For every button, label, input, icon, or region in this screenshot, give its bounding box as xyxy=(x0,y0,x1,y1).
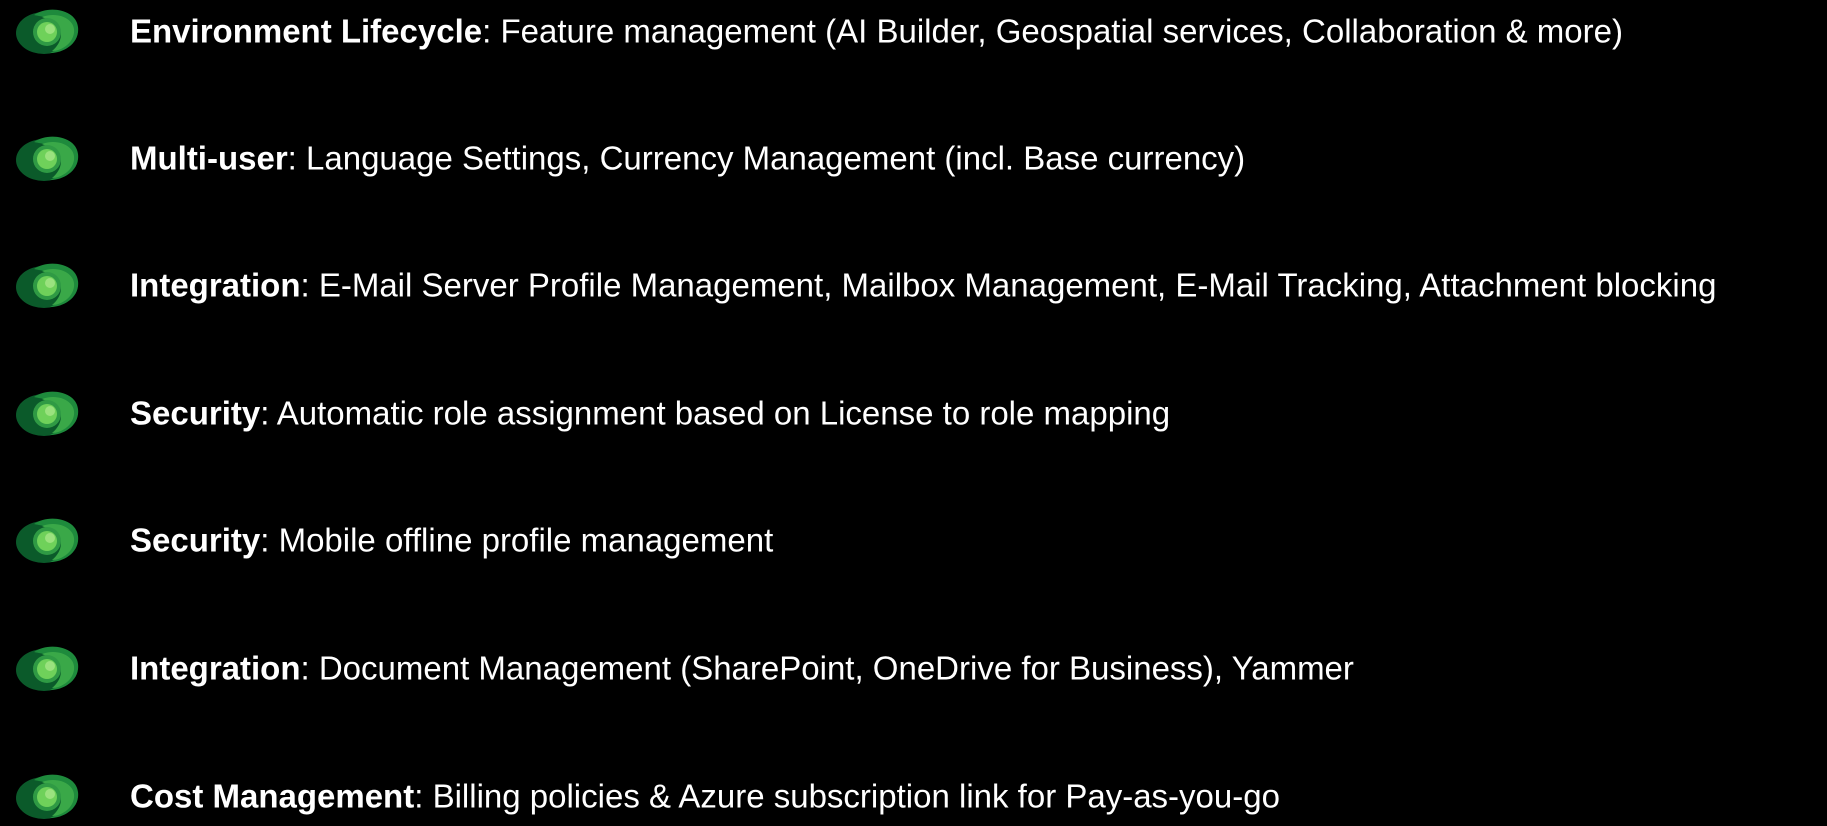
list-item: Security: Automatic role assignment base… xyxy=(0,383,1827,443)
list-item-separator: : xyxy=(300,649,319,687)
list-item: Integration: Document Management (ShareP… xyxy=(0,638,1827,698)
list-item: Cost Management: Billing policies & Azur… xyxy=(0,766,1827,826)
dataverse-logo-icon xyxy=(14,389,80,437)
list-item-description: Language Settings, Currency Management (… xyxy=(306,139,1246,177)
list-item: Security: Mobile offline profile managem… xyxy=(0,510,1827,570)
list-item-separator: : xyxy=(482,12,501,50)
list-item-separator: : xyxy=(287,139,307,177)
list-item-separator: : xyxy=(300,266,319,304)
list-item-separator: : xyxy=(414,777,433,815)
feature-list: Environment Lifecycle: Feature managemen… xyxy=(0,0,1827,816)
list-item-text: Multi-user: Language Settings, Currency … xyxy=(130,142,1245,175)
dataverse-logo-icon xyxy=(14,261,80,309)
list-item: Integration: E-Mail Server Profile Manag… xyxy=(0,255,1827,315)
list-item-title: Integration xyxy=(130,266,301,304)
list-item-text: Cost Management: Billing policies & Azur… xyxy=(130,780,1280,813)
list-item-text: Integration: E-Mail Server Profile Manag… xyxy=(130,269,1716,302)
list-item-text: Security: Mobile offline profile managem… xyxy=(130,524,773,557)
list-item-description: Automatic role assignment based on Licen… xyxy=(276,394,1171,432)
list-item-text: Integration: Document Management (ShareP… xyxy=(130,652,1354,685)
list-item-title: Cost Management xyxy=(130,777,415,815)
list-item-description: Document Management (SharePoint, OneDriv… xyxy=(318,649,1354,687)
list-item-title: Integration xyxy=(130,649,301,687)
list-item-description: Mobile offline profile management xyxy=(278,521,774,559)
dataverse-logo-icon xyxy=(14,134,80,182)
list-item-separator: : xyxy=(260,521,279,559)
list-item: Environment Lifecycle: Feature managemen… xyxy=(0,1,1827,61)
list-item-description: Billing policies & Azure subscription li… xyxy=(432,777,1280,815)
dataverse-logo-icon xyxy=(14,772,80,820)
dataverse-logo-icon xyxy=(14,644,80,692)
list-item-text: Environment Lifecycle: Feature managemen… xyxy=(130,15,1623,48)
dataverse-logo-icon xyxy=(14,7,80,55)
list-item-description: Feature management (AI Builder, Geospati… xyxy=(500,12,1623,50)
list-item-title: Environment Lifecycle xyxy=(130,12,483,50)
list-item-title: Multi-user xyxy=(130,139,288,177)
list-item: Multi-user: Language Settings, Currency … xyxy=(0,128,1827,188)
list-item-text: Security: Automatic role assignment base… xyxy=(130,397,1170,430)
list-item-separator: : xyxy=(260,394,277,432)
list-item-description: E-Mail Server Profile Management, Mailbo… xyxy=(318,266,1717,304)
dataverse-logo-icon xyxy=(14,516,80,564)
list-item-title: Security xyxy=(130,394,261,432)
list-item-title: Security xyxy=(130,521,261,559)
